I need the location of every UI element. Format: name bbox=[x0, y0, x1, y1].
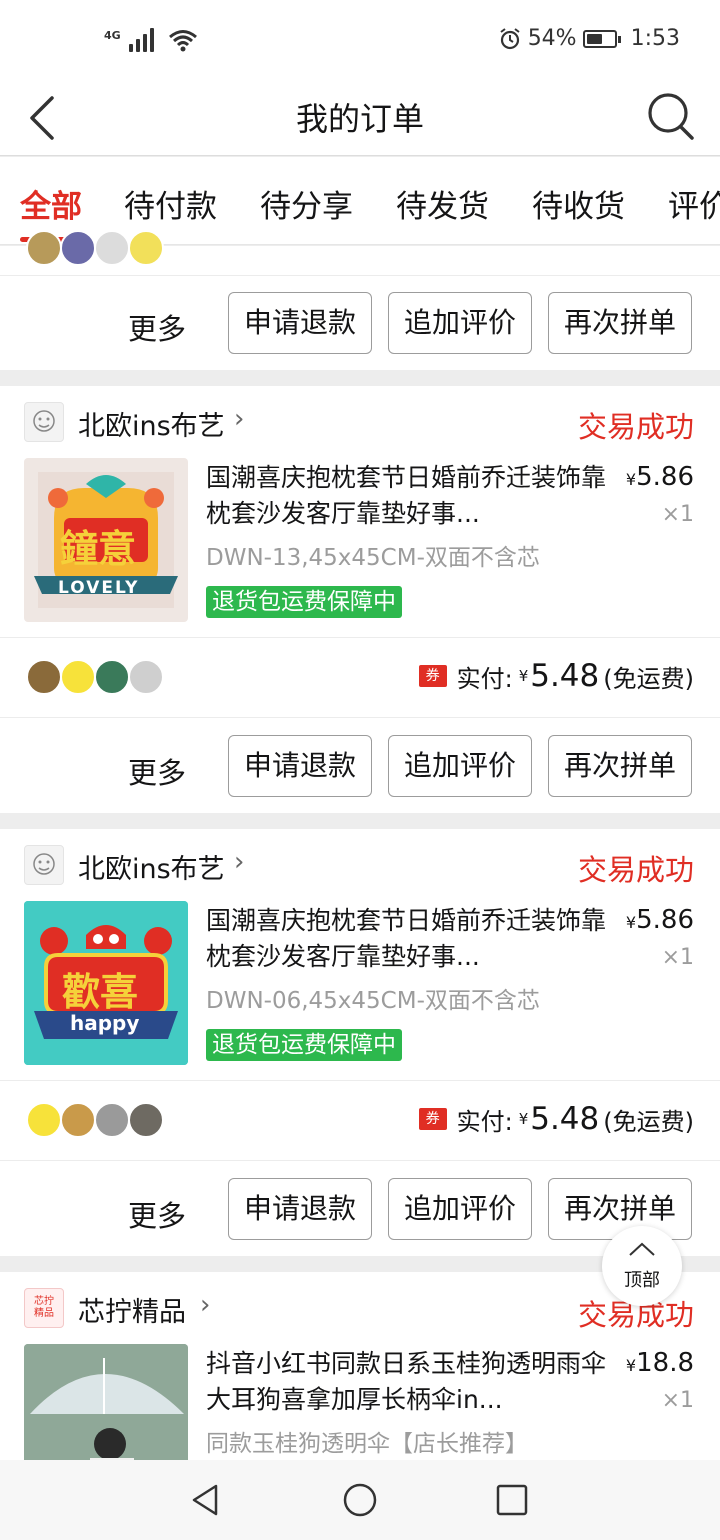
shop-logo bbox=[24, 402, 64, 442]
product-spec: DWN-06,45x45CM-双面不含芯 bbox=[206, 988, 540, 1014]
order-status: 交易成功 bbox=[577, 853, 694, 887]
coupon-badge: 券 bbox=[418, 665, 447, 687]
network-indicator: 4G bbox=[104, 26, 198, 52]
alarm-icon bbox=[500, 27, 520, 49]
currency-symbol: ¥ bbox=[518, 1110, 529, 1128]
rebuy-button[interactable]: 再次拼单 bbox=[548, 292, 692, 354]
shop-name[interactable]: 北欧ins布艺 bbox=[78, 847, 225, 886]
shop-name[interactable]: 芯拧精品 bbox=[78, 1290, 186, 1329]
search-icon[interactable] bbox=[644, 88, 698, 144]
rebuy-button[interactable]: 再次拼单 bbox=[548, 735, 692, 797]
order-card[interactable]: 北欧ins布艺 › 交易成功 鐘意 LOVELY 国潮喜庆抱枕套节日婚前乔迁装饰… bbox=[0, 386, 720, 813]
paid-label: 实付: bbox=[456, 664, 513, 693]
product-price: ¥5.86 bbox=[625, 462, 694, 492]
nav-home-icon[interactable] bbox=[340, 1480, 380, 1520]
shop-logo-text: 芯拧精品 bbox=[34, 1296, 54, 1319]
currency-symbol: ¥ bbox=[625, 913, 637, 932]
order-card[interactable]: 北欧ins布艺 › 交易成功 歡喜 happy 国潮喜庆抱枕套节日婚前乔迁装饰靠… bbox=[0, 829, 720, 1256]
shipping-note: (免运费) bbox=[603, 1107, 694, 1136]
page-title: 我的订单 bbox=[295, 100, 424, 138]
back-to-top-label: 顶部 bbox=[624, 1270, 660, 1291]
order-card[interactable]: 芯拧精品 芯拧精品 › 交易成功 抖音小红书同款日系玉桂狗透明雨伞大耳狗喜拿加厚… bbox=[0, 1272, 720, 1460]
tab-pending-ship[interactable]: 待发货 bbox=[396, 181, 489, 226]
chevron-right-icon[interactable]: › bbox=[200, 1290, 210, 1320]
order-card-partial: 更多 申请退款 追加评价 再次拼单 bbox=[0, 230, 720, 370]
clock: 1:53 bbox=[630, 26, 680, 51]
tab-pending-receive[interactable]: 待收货 bbox=[532, 181, 625, 226]
add-review-button[interactable]: 追加评价 bbox=[388, 735, 532, 797]
wifi-icon bbox=[168, 30, 197, 52]
product-image[interactable]: 歡喜 happy bbox=[24, 901, 188, 1065]
more-button[interactable]: 更多 bbox=[128, 1193, 186, 1235]
paid-amount: 5.48 bbox=[530, 658, 600, 694]
return-shipping-badge: 退货包运费保障中 bbox=[206, 1029, 402, 1061]
product-price: ¥5.86 bbox=[625, 905, 694, 935]
tab-review[interactable]: 评价 bbox=[668, 181, 720, 226]
header: 我的订单 bbox=[0, 80, 720, 156]
product-image-banner: LOVELY bbox=[58, 578, 140, 598]
tab-pending-payment[interactable]: 待付款 bbox=[124, 181, 217, 226]
chevron-right-icon[interactable]: › bbox=[234, 404, 244, 434]
add-review-button[interactable]: 追加评价 bbox=[388, 292, 532, 354]
paid-amount: 5.48 bbox=[530, 1101, 600, 1137]
chevron-right-icon[interactable]: › bbox=[234, 847, 244, 877]
refund-button[interactable]: 申请退款 bbox=[228, 292, 372, 354]
product-image-text: 鐘意 bbox=[60, 526, 137, 571]
shop-name[interactable]: 北欧ins布艺 bbox=[78, 404, 225, 443]
shipping-note: (免运费) bbox=[603, 664, 694, 693]
signal-icon bbox=[128, 26, 154, 52]
tab-pending-share[interactable]: 待分享 bbox=[260, 181, 353, 226]
status-right: 54% 1:53 bbox=[498, 26, 680, 51]
add-review-button[interactable]: 追加评价 bbox=[388, 1178, 532, 1240]
tab-all[interactable]: 全部 bbox=[20, 181, 82, 226]
currency-symbol: ¥ bbox=[518, 667, 529, 685]
shop-logo: 芯拧精品 bbox=[24, 1288, 64, 1328]
rebuy-button[interactable]: 再次拼单 bbox=[548, 1178, 692, 1240]
group-avatars bbox=[26, 659, 164, 695]
refund-button[interactable]: 申请退款 bbox=[228, 1178, 372, 1240]
product-price: ¥18.8 bbox=[625, 1348, 694, 1378]
product-image-text: 歡喜 bbox=[62, 969, 139, 1014]
paid-label: 实付: bbox=[456, 1107, 513, 1136]
paid-summary: 券 实付: ¥ 5.48 (免运费) bbox=[418, 1101, 694, 1137]
more-button[interactable]: 更多 bbox=[128, 306, 186, 348]
product-qty: ×1 bbox=[661, 1388, 694, 1413]
chevron-up-icon bbox=[629, 1242, 655, 1256]
product-title[interactable]: 国潮喜庆抱枕套节日婚前乔迁装饰靠枕套沙发客厅靠垫好事... bbox=[206, 460, 606, 532]
product-title[interactable]: 抖音小红书同款日系玉桂狗透明雨伞大耳狗喜拿加厚长柄伞in... bbox=[206, 1346, 606, 1418]
product-qty: ×1 bbox=[661, 945, 694, 970]
product-image-banner: happy bbox=[70, 1011, 140, 1035]
network-type: 4G bbox=[104, 29, 121, 42]
product-spec: 同款玉桂狗透明伞【店长推荐】 bbox=[206, 1431, 528, 1457]
nav-back-icon[interactable] bbox=[186, 1480, 226, 1520]
group-avatars bbox=[26, 230, 164, 266]
battery-icon bbox=[582, 29, 621, 48]
nav-recents-icon[interactable] bbox=[492, 1480, 532, 1520]
refund-button[interactable]: 申请退款 bbox=[228, 735, 372, 797]
order-status: 交易成功 bbox=[577, 410, 694, 444]
status-bar: 4G 54% 1:53 bbox=[0, 0, 720, 80]
return-shipping-badge: 退货包运费保障中 bbox=[206, 586, 402, 618]
product-title[interactable]: 国潮喜庆抱枕套节日婚前乔迁装饰靠枕套沙发客厅靠垫好事... bbox=[206, 903, 606, 975]
product-qty: ×1 bbox=[661, 502, 694, 527]
currency-symbol: ¥ bbox=[625, 1356, 637, 1375]
system-nav-bar bbox=[0, 1460, 720, 1540]
more-button[interactable]: 更多 bbox=[128, 750, 186, 792]
group-avatars bbox=[26, 1102, 164, 1138]
currency-symbol: ¥ bbox=[625, 470, 637, 489]
back-to-top-button[interactable]: 顶部 bbox=[602, 1226, 682, 1306]
product-image[interactable]: 鐘意 LOVELY bbox=[24, 458, 188, 622]
paid-summary: 券 实付: ¥ 5.48 (免运费) bbox=[418, 658, 694, 694]
coupon-badge: 券 bbox=[418, 1108, 447, 1130]
product-image[interactable] bbox=[24, 1344, 188, 1460]
shop-logo bbox=[24, 845, 64, 885]
battery-percent: 54% bbox=[527, 26, 577, 51]
product-spec: DWN-13,45x45CM-双面不含芯 bbox=[206, 545, 540, 571]
